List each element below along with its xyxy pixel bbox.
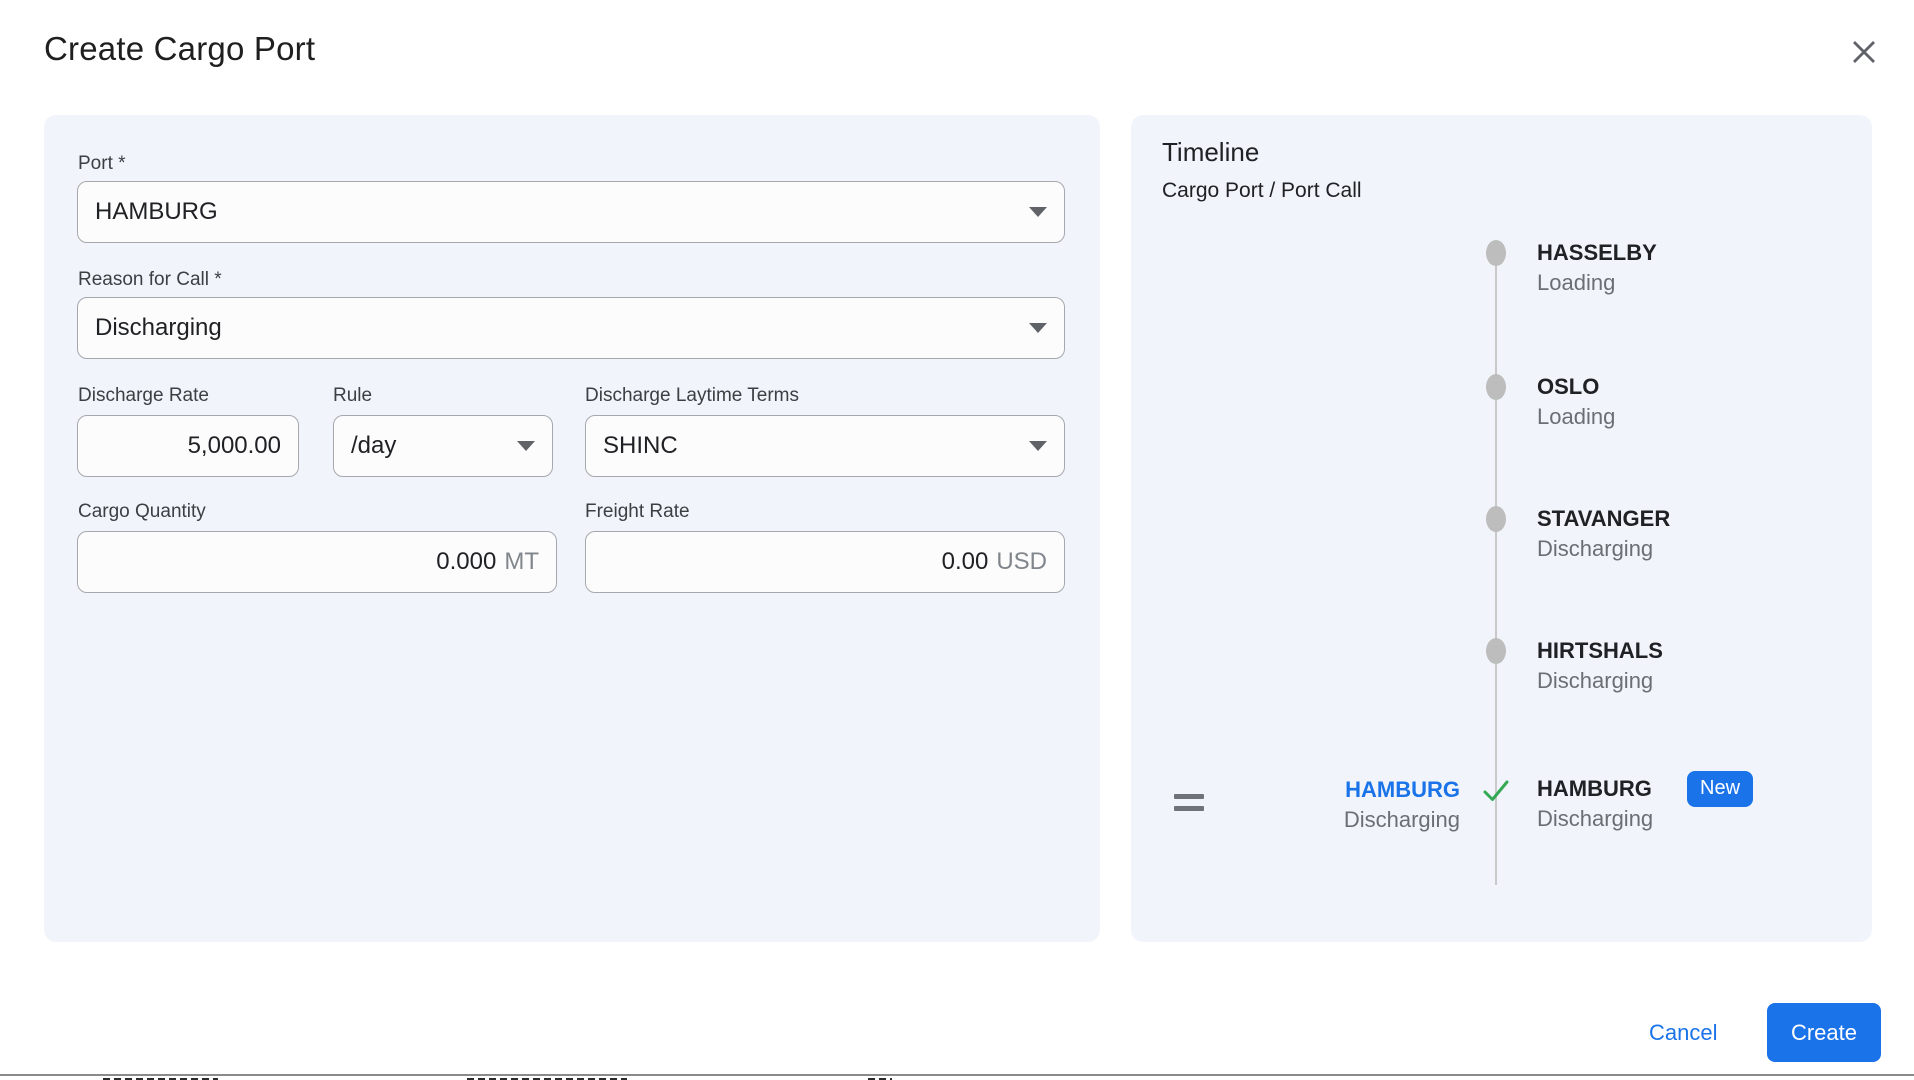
create-button[interactable]: Create (1767, 1003, 1881, 1062)
timeline-item-reason: Discharging (1537, 668, 1654, 693)
timeline-item-reason: Loading (1537, 270, 1616, 295)
reason-for-call-select[interactable]: Discharging (77, 297, 1065, 359)
page-title: Create Cargo Port (44, 30, 316, 67)
timeline-item-port: STAVANGER (1537, 506, 1671, 531)
cargo-quantity-input[interactable]: 0.000 MT (77, 531, 557, 593)
cargo-port-form-panel: Port * HAMBURG Reason for Call * Dischar… (44, 115, 1100, 942)
port-label: Port * (78, 153, 126, 174)
timeline-subtitle: Cargo Port / Port Call (1162, 179, 1362, 202)
chevron-down-icon (517, 441, 535, 451)
chevron-down-icon (1029, 441, 1047, 451)
timeline-item-reason: Discharging (1537, 536, 1654, 561)
cargo-quantity-unit: MT (504, 548, 539, 575)
timeline-item: HASSELBY Loading (1537, 239, 1657, 299)
background-page-edge (0, 1074, 1914, 1080)
freight-rate-unit: USD (996, 548, 1047, 575)
timeline-item-reason: Loading (1537, 404, 1616, 429)
cargo-quantity-label: Cargo Quantity (78, 501, 206, 522)
discharge-rate-label: Discharge Rate (78, 385, 209, 406)
new-badge: New (1687, 771, 1754, 807)
timeline-dot (1486, 374, 1506, 400)
timeline-item: OSLO Loading (1537, 373, 1615, 433)
timeline-item-port: OSLO (1537, 374, 1600, 399)
close-button[interactable] (1844, 32, 1884, 72)
discharge-laytime-terms-select[interactable]: SHINC (585, 415, 1065, 477)
create-cargo-port-dialog: Create Cargo Port Port * HAMBURG Reason … (0, 0, 1914, 1080)
rule-label: Rule (333, 385, 373, 406)
timeline-item-new: HAMBURG Discharging (1537, 775, 1653, 835)
freight-rate-input[interactable]: 0.00 USD (585, 531, 1065, 593)
rule-value: /day (351, 432, 397, 459)
timeline-item: HIRTSHALS Discharging (1537, 637, 1663, 697)
timeline-item-port: HASSELBY (1537, 240, 1657, 265)
drag-handle[interactable] (1174, 794, 1204, 811)
discharge-laytime-terms-value: SHINC (603, 432, 678, 459)
timeline-new-left-labels: HAMBURG Discharging (1276, 776, 1460, 836)
port-value: HAMBURG (95, 198, 218, 225)
cargo-quantity-value: 0.000 (436, 548, 497, 575)
reason-for-call-value: Discharging (95, 314, 222, 341)
freight-rate-value: 0.00 (941, 548, 989, 575)
reason-for-call-label: Reason for Call * (78, 269, 222, 290)
timeline-dot (1486, 506, 1506, 532)
new-port-name-left: HAMBURG (1345, 777, 1460, 802)
chevron-down-icon (1029, 207, 1047, 217)
discharge-rate-input[interactable]: 5,000.00 (77, 415, 299, 477)
chevron-down-icon (1029, 323, 1047, 333)
timeline-item-reason: Discharging (1537, 806, 1654, 831)
rule-select[interactable]: /day (333, 415, 553, 477)
port-select[interactable]: HAMBURG (77, 181, 1065, 243)
timeline-panel: Timeline Cargo Port / Port Call HASSELBY… (1131, 115, 1872, 942)
timeline-dot (1486, 638, 1506, 664)
timeline-item-port: HIRTSHALS (1537, 638, 1663, 663)
new-port-reason-left: Discharging (1343, 807, 1460, 832)
freight-rate-label: Freight Rate (585, 501, 690, 522)
timeline-title: Timeline (1162, 137, 1260, 167)
close-icon (1853, 41, 1875, 63)
check-icon (1483, 780, 1509, 801)
cancel-button[interactable]: Cancel (1633, 1012, 1733, 1054)
discharge-laytime-terms-label: Discharge Laytime Terms (585, 385, 800, 406)
timeline-item: STAVANGER Discharging (1537, 505, 1670, 565)
discharge-rate-value: 5,000.00 (187, 432, 281, 459)
timeline-dot (1486, 240, 1506, 266)
timeline-item-port: HAMBURG (1537, 776, 1652, 801)
